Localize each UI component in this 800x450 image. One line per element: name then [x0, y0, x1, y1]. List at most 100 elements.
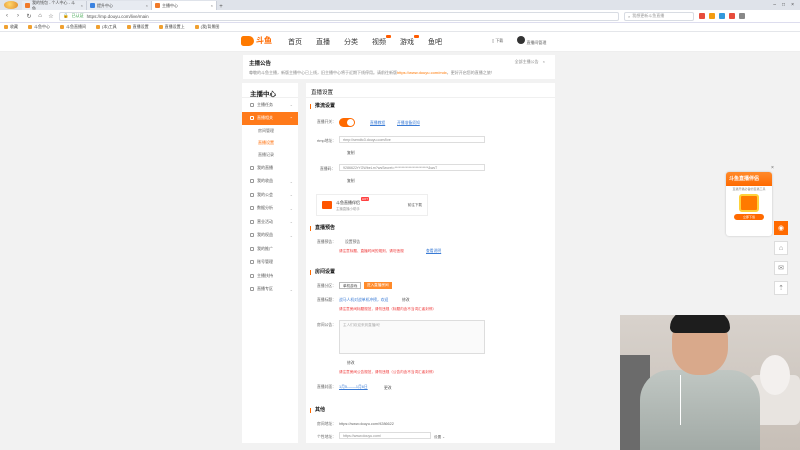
copy-code-button[interactable]: 复制 — [347, 179, 355, 184]
nav-home[interactable]: 首页 — [288, 37, 302, 47]
video-icon — [250, 165, 254, 170]
extension-icon[interactable] — [719, 13, 725, 19]
bookmark-icon — [194, 25, 199, 29]
room-settings-heading: 房间设置 — [310, 270, 335, 275]
sidebar-item-promotion[interactable]: 我的推广 — [242, 242, 298, 256]
bookmark-icon — [158, 25, 163, 29]
tab-close-icon[interactable]: × — [211, 3, 213, 8]
rtmp-field[interactable]: rtmp://sendtc3.douyu.com/live — [339, 136, 485, 143]
bookmark-item[interactable]: 斗鱼中心 — [28, 24, 50, 30]
home-float-icon[interactable]: ⌂ — [774, 241, 788, 255]
sidebar-subitem-room[interactable]: 房间管理 — [242, 125, 298, 137]
tutorial-link[interactable]: 直播教程 — [370, 121, 385, 126]
promo-subtitle: 主播直播小助手 — [336, 206, 360, 211]
bookmark-item[interactable]: 直播设置 — [126, 24, 149, 30]
nav-live[interactable]: 直播 — [316, 37, 330, 47]
extension-icon[interactable] — [729, 13, 735, 19]
companion-float-card[interactable]: 斗鱼直播伴侣 直播开播必备的直播工具 立即下载 — [726, 172, 772, 236]
cover-label: 直播封面： — [317, 385, 336, 389]
float-download-button[interactable]: 立即下载 — [734, 214, 764, 220]
bookmark-item[interactable]: 斗鱼直播间 — [60, 24, 86, 30]
category-value[interactable]: 单机游戏 — [339, 282, 362, 289]
browser-search-input[interactable]: ⌕ 我想更新斗鱼直播 — [624, 11, 694, 21]
feedback-icon[interactable]: ✉ — [774, 261, 788, 275]
star-icon[interactable]: ☆ — [48, 13, 54, 20]
nav-category[interactable]: 分类 — [344, 37, 358, 47]
sidebar-item-support[interactable]: 主播扶持 — [242, 269, 298, 283]
sidebar-item-my-live[interactable]: 我的直播 — [242, 161, 298, 175]
custom-link-select[interactable]: 设置 ⌄ — [434, 435, 445, 440]
cover-link[interactable]: 1月5-——1月6日 — [339, 385, 368, 390]
promo-download-button[interactable]: 前往下载 — [408, 203, 422, 208]
save-notice-button[interactable]: 修改 — [347, 361, 355, 366]
bookmark-label: 直播设置上 — [164, 24, 185, 29]
url-field[interactable]: 🔒 已认证 https://mp.douyu.com/live/main — [59, 11, 619, 21]
notice-link[interactable]: https://www.douyu.com/mdx — [397, 70, 447, 75]
reload-icon[interactable]: ↻ — [26, 13, 32, 20]
back-to-top-icon[interactable]: ⇡ — [774, 281, 788, 295]
douyu-logo[interactable]: 斗鱼 — [241, 35, 272, 46]
custom-link-field[interactable]: https://www.douyu.com/ — [339, 432, 431, 439]
forward-icon[interactable]: › — [15, 13, 21, 19]
title-value: 战马人机对战单机冲榜，欢迎 — [339, 298, 389, 302]
bookmark-item[interactable]: 直播设置上 — [158, 24, 185, 30]
live-companion-icon[interactable]: ◉ — [774, 221, 788, 235]
sidebar-item-tasks[interactable]: 主播任务 ⌄ — [242, 98, 298, 112]
bookmark-icon — [126, 25, 131, 29]
nav-games[interactable]: 游戏 — [400, 35, 419, 47]
all-notices-link[interactable]: 全部主播公告 — [515, 59, 539, 65]
enter-room-button[interactable]: 进入直播房间 — [364, 282, 392, 289]
maximize-icon[interactable]: □ — [782, 2, 785, 8]
sidebar-subitem-settings[interactable]: 直播设置 — [242, 137, 298, 149]
companion-mascot-icon — [739, 194, 759, 212]
tab-close-icon[interactable]: × — [81, 3, 83, 8]
obs-guide-link[interactable]: 开播准备须知 — [397, 121, 420, 126]
menu-icon[interactable] — [739, 13, 745, 19]
sidebar-item-zone[interactable]: 直播专区 ⌄ — [242, 283, 298, 297]
browser-tab-active[interactable]: 主播中心 × — [152, 1, 217, 10]
browser-tab[interactable]: 我的钱包 - 个人中心 - 斗鱼 × — [22, 0, 87, 11]
close-window-icon[interactable]: × — [791, 2, 794, 8]
sidebar-item-label: 主播任务 — [257, 101, 273, 107]
sidebar-item-guild[interactable]: 我的公会 ⌄ — [242, 188, 298, 202]
browser-logo[interactable] — [0, 0, 22, 10]
room-link-label: 房间地址： — [317, 422, 336, 426]
notice-close-icon[interactable]: × — [543, 59, 545, 65]
change-cover-button[interactable]: 更改 — [384, 386, 392, 391]
nav-video[interactable]: 视频 — [372, 35, 391, 47]
sidebar-item-live[interactable]: 直播相关 ⌃ — [242, 111, 298, 125]
promotion-icon — [250, 246, 254, 251]
sidebar-item-income[interactable]: 我的收益 ⌄ — [242, 175, 298, 189]
copy-rtmp-button[interactable]: 复制 — [347, 151, 355, 156]
browser-tab[interactable]: 提升中心 × — [87, 1, 152, 10]
edit-title-button[interactable]: 修改 — [402, 298, 410, 303]
bookmark-item[interactable]: 收藏 — [4, 24, 18, 30]
sidebar-item-rights[interactable]: 我的权益 ⌄ — [242, 229, 298, 243]
sidebar-item-analytics[interactable]: 数据分析 ⌄ — [242, 202, 298, 216]
back-icon[interactable]: ‹ — [4, 13, 10, 19]
companion-promo[interactable]: 斗鱼直播伴侣 主播直播小助手 HOT 前往下载 — [316, 194, 428, 216]
nav-yuba[interactable]: 鱼吧 — [428, 37, 442, 47]
sidebar-item-activities[interactable]: 营业活动 ⌄ — [242, 215, 298, 229]
float-close-icon[interactable]: × — [771, 165, 774, 171]
tab-close-icon[interactable]: × — [146, 3, 148, 8]
extension-icon[interactable] — [699, 13, 705, 19]
preview-help-link[interactable]: 查看说明 — [426, 249, 441, 254]
notice-warning: 请注意房间公告规范，请勿违规（公告内含不当词汇者封停） — [339, 370, 437, 374]
minimize-icon[interactable]: – — [773, 2, 776, 8]
bookmark-item[interactable]: (本)工具 — [96, 24, 117, 30]
room-notice-textarea[interactable]: 主人们欢迎来到直播间！ — [339, 320, 485, 354]
stream-code-field[interactable]: 9286622rYGWbeLm?wsSecret=***************… — [339, 164, 485, 171]
promo-title: 斗鱼直播伴侣 — [336, 199, 360, 205]
preview-value[interactable]: 设置预告 — [345, 240, 360, 245]
sidebar-item-account[interactable]: 账号管理 — [242, 256, 298, 270]
home-icon[interactable]: ⌂ — [37, 13, 43, 19]
sidebar-subitem-records[interactable]: 直播记录 — [242, 149, 298, 161]
live-switch-toggle[interactable] — [339, 118, 355, 127]
bookmark-item[interactable]: (我)背景图 — [194, 24, 219, 30]
user-menu[interactable]: 直播间管理 — [517, 36, 546, 46]
download-link[interactable]: ▯ 下载 — [492, 38, 503, 44]
chevron-down-icon: ⌄ — [289, 205, 293, 211]
extension-icon[interactable] — [709, 13, 715, 19]
zone-icon — [250, 287, 254, 292]
